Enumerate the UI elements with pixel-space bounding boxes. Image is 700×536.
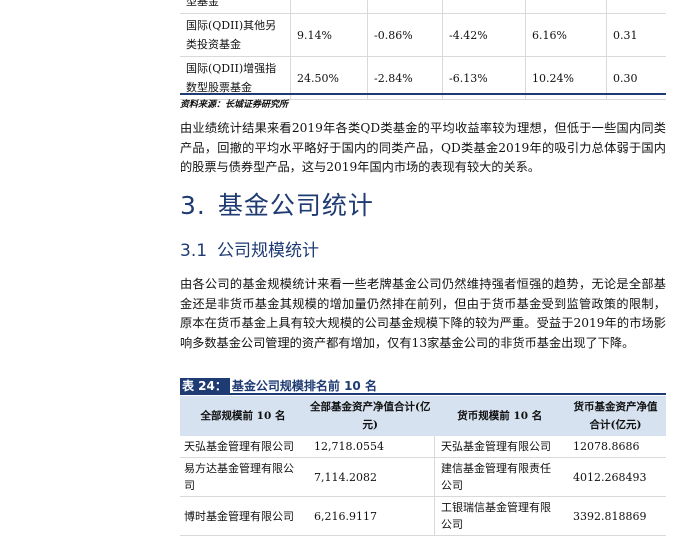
value-cell: 3392.818869 [565,496,666,536]
value-cell: 4012.268493 [565,457,666,497]
source-note: 资料来源：长城证券研究所 [180,100,289,110]
company-cell: 天弘基金管理有限公司 [434,436,565,458]
column-header: 货币基金资产净值合计(亿元) [565,396,666,436]
value-cell: 7,114.2082 [306,457,435,497]
table-row: 国际(QDII)其他另类投资基金 9.14% -0.86% -4.42% 6.1… [180,13,666,57]
table-tag: 表 24： [180,378,230,394]
table-row: 博时基金管理有限公司 6,216.9117 工银瑞信基金管理有限公司 3392.… [180,496,666,536]
table-header-row: 全部规模前 10 名 全部基金资产净值合计(亿元) 货币规模前 10 名 货币基… [180,396,666,436]
value-cell: 6,216.9117 [306,496,435,536]
section-title: 基金公司统计 [217,191,374,220]
company-cell: 建信基金管理有限责任公司 [434,457,565,497]
company-cell: 博时基金管理有限公司 [180,496,306,536]
company-cell: 天弘基金管理有限公司 [180,436,306,458]
value-cell [442,0,526,14]
value-cell [606,0,666,14]
subsection-title: 公司规模统计 [217,241,320,261]
section-number: 3. [180,191,206,220]
value-cell: 6.16% [525,13,607,57]
table-title: 基金公司规模排名前 10 名 [231,379,377,393]
company-size-table: 全部规模前 10 名 全部基金资产净值合计(亿元) 货币规模前 10 名 货币基… [180,396,666,536]
value-cell: -4.42% [442,13,526,57]
value-cell [290,0,368,14]
body-paragraph: 由业绩统计结果来看2019年各类QD类基金的平均收益率较为理想，但低于一些国内同… [180,121,666,174]
subsection-number: 3.1 [180,241,208,261]
column-header: 全部规模前 10 名 [180,396,306,436]
value-cell: -0.86% [367,13,443,57]
value-cell: 12,718.0554 [306,436,435,458]
value-cell: 9.14% [290,13,368,57]
value-cell [525,0,607,14]
subsection-heading: 3.1 公司规模统计 [180,236,319,261]
company-cell: 易方达基金管理有限公司 [180,457,306,497]
value-cell: 0.31 [606,13,666,57]
column-header: 全部基金资产净值合计(亿元) [306,396,435,436]
returns-table: 型基金 国际(QDII)其他另类投资基金 9.14% -0.86% -4.42%… [180,0,666,100]
fund-type-cell: 型基金 [180,0,291,14]
table-row: 易方达基金管理有限公司 7,114.2082 建信基金管理有限责任公司 4012… [180,457,666,497]
body-paragraph: 由各公司的基金规模统计来看一些老牌基金公司仍然维持强者恒强的趋势，无论是全部基金… [180,277,666,350]
company-cell: 工银瑞信基金管理有限公司 [434,496,565,536]
value-cell: 12078.8686 [565,436,666,458]
table-row: 型基金 [180,0,666,14]
fund-type-cell: 国际(QDII)其他另类投资基金 [180,13,291,57]
value-cell [367,0,443,14]
table-caption: 表 24： 基金公司规模排名前 10 名 [180,377,666,395]
column-header: 货币规模前 10 名 [434,396,565,436]
section-heading: 3. 基金公司统计 [180,186,374,222]
table-row: 天弘基金管理有限公司 12,718.0554 天弘基金管理有限公司 12078.… [180,436,666,458]
table-bottom-rule [180,93,666,95]
